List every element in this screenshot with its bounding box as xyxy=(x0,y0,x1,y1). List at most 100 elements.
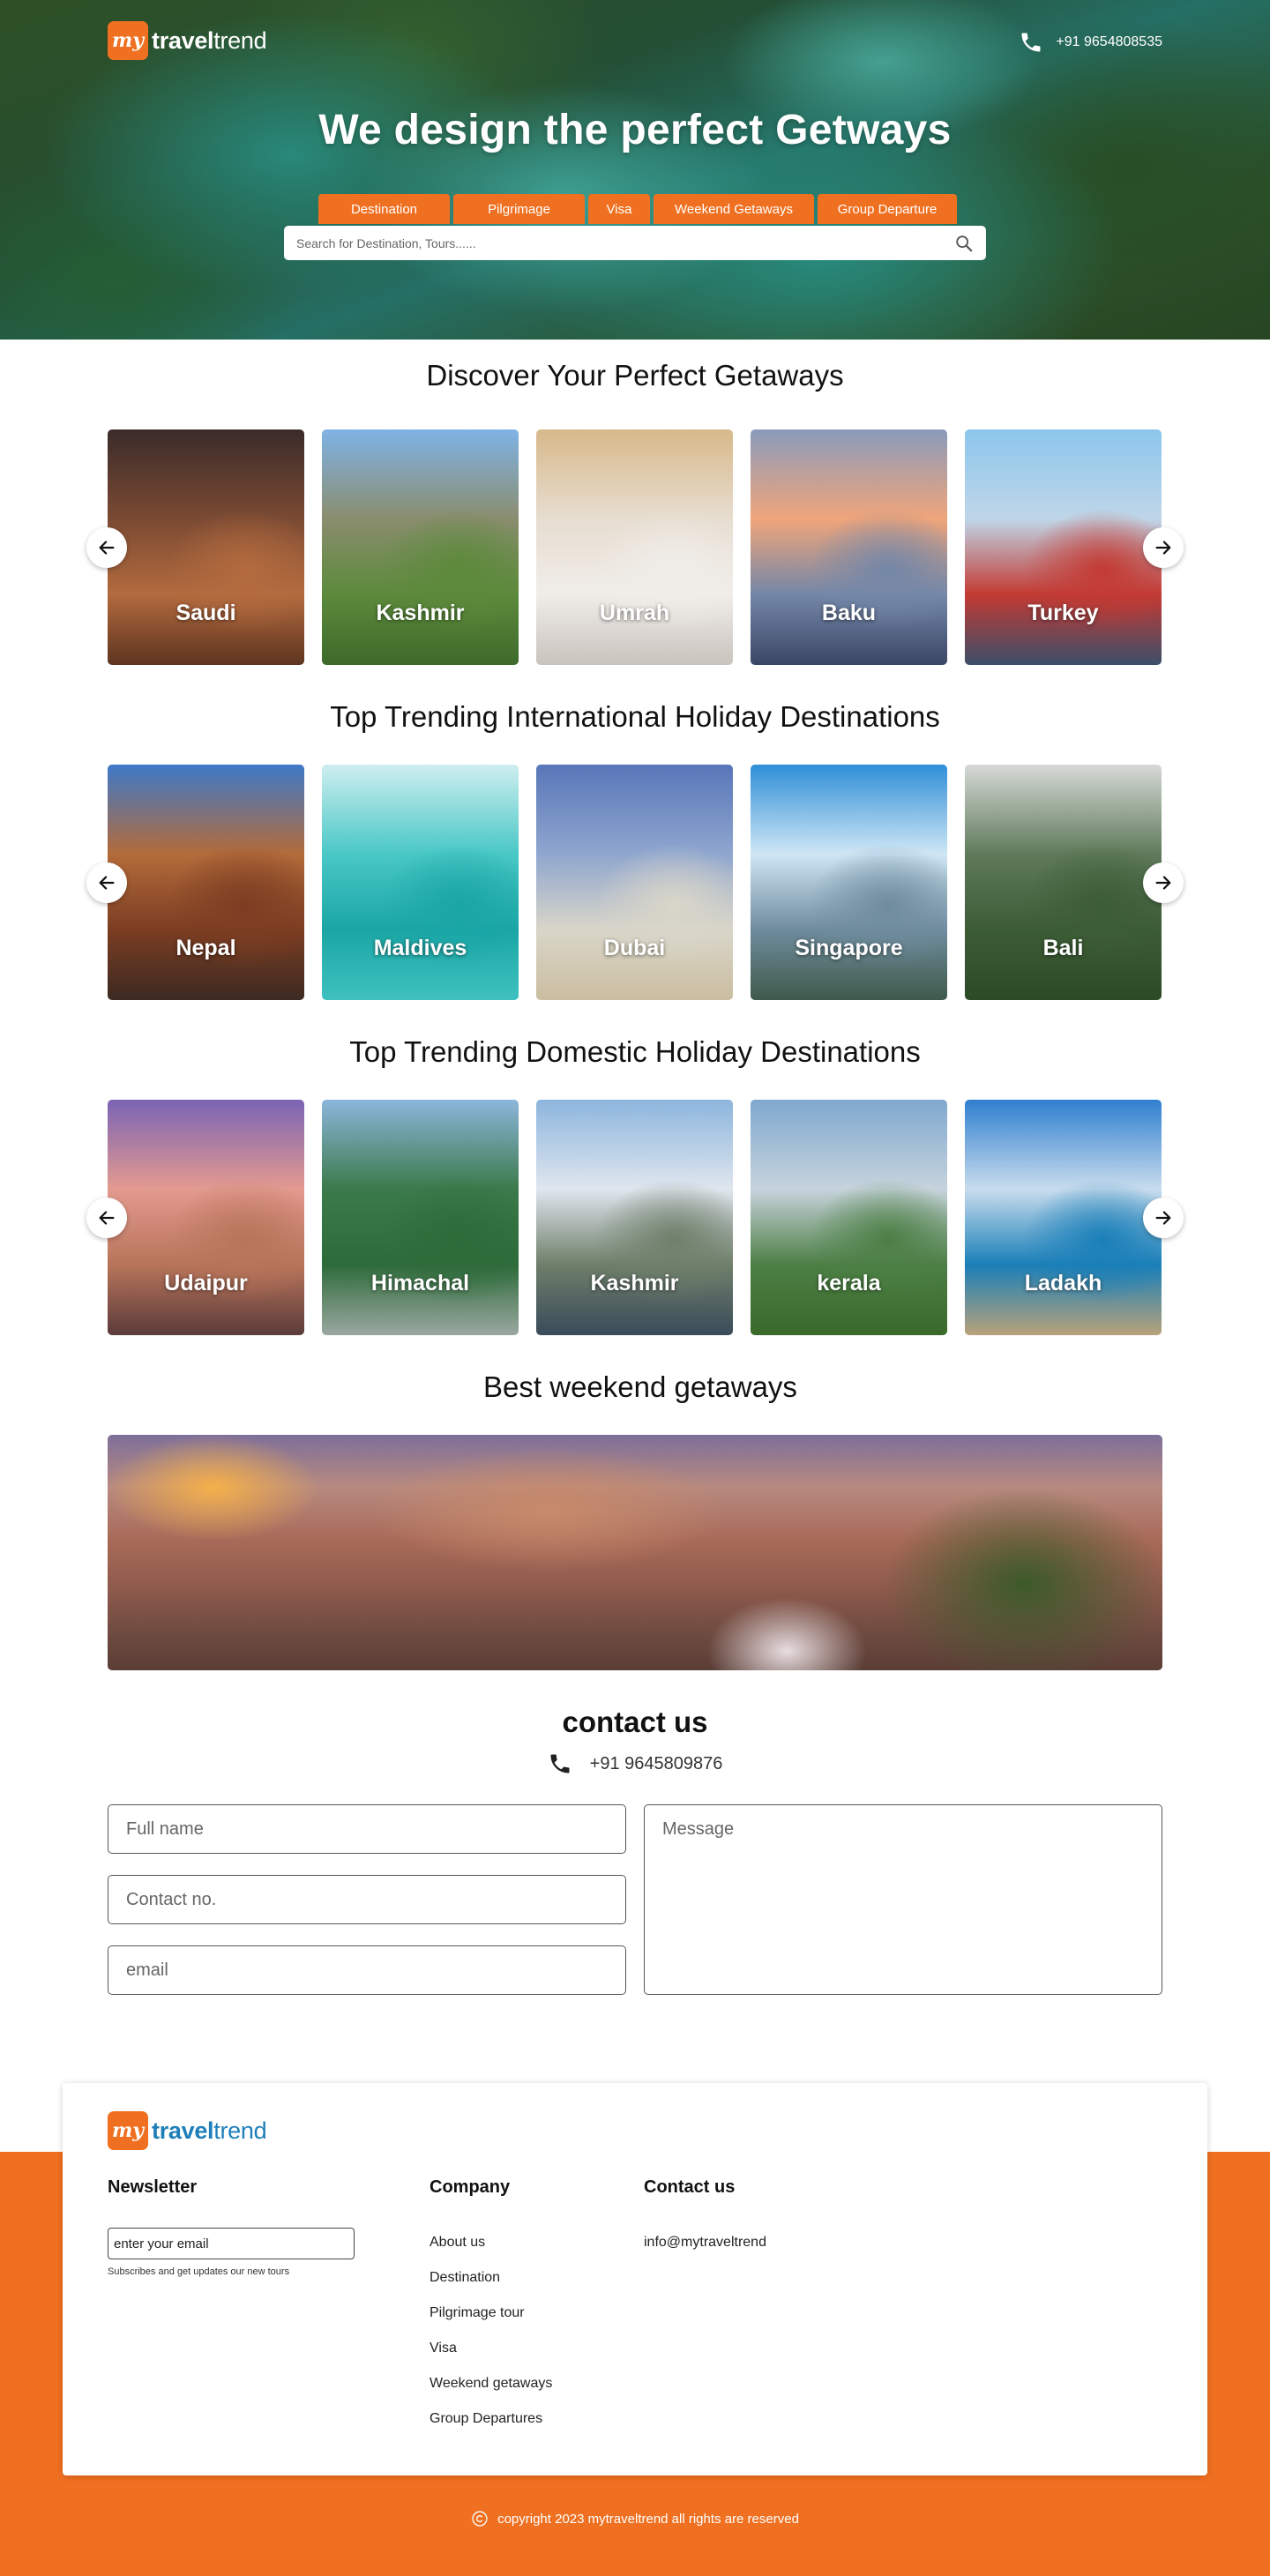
tab-visa[interactable]: Visa xyxy=(588,194,650,224)
arrow-left-icon xyxy=(99,541,115,555)
destination-card[interactable]: Saudi xyxy=(108,429,304,665)
copyright-text: copyright 2023 mytraveltrend all rights … xyxy=(497,2511,799,2527)
footer-link-visa[interactable]: Visa xyxy=(430,2341,552,2376)
destination-card[interactable]: Bali xyxy=(965,765,1162,1000)
footer-link-pilgrimage-tour[interactable]: Pilgrimage tour xyxy=(430,2305,552,2341)
copyright-icon xyxy=(472,2511,488,2527)
newsletter-email-input[interactable] xyxy=(108,2228,355,2259)
card-list: Saudi Kashmir Umrah Baku Turkey xyxy=(108,429,1162,665)
card-list: Nepal Maldives Dubai Singapore Bali xyxy=(108,765,1162,1000)
tab-destination[interactable]: Destination xyxy=(318,194,450,224)
contact-form xyxy=(108,1804,1162,1995)
tab-group-departure[interactable]: Group Departure xyxy=(818,194,957,224)
email-field[interactable] xyxy=(108,1945,626,1995)
carousel-next-button[interactable] xyxy=(1143,527,1184,568)
destination-card-label: Maldives xyxy=(373,936,467,960)
destination-card[interactable]: Singapore xyxy=(751,765,947,1000)
company-links: About us Destination Pilgrimage tour Vis… xyxy=(430,2235,552,2446)
card-list: Udaipur Himachal Kashmir kerala Ladakh xyxy=(108,1100,1162,1335)
header-phone[interactable]: +91 9654808535 xyxy=(1019,30,1162,55)
destination-card-label: Kashmir xyxy=(590,1271,679,1295)
destination-card[interactable]: Kashmir xyxy=(536,1100,733,1335)
footer-card: my traveltrend Newsletter Subscribes and… xyxy=(63,2083,1207,2475)
destination-card-label: Turkey xyxy=(1027,601,1099,625)
contact-us-title: Contact us xyxy=(644,2177,736,2197)
carousel-discover: Saudi Kashmir Umrah Baku Turkey xyxy=(86,429,1184,665)
section-title-weekend: Best weekend getaways xyxy=(483,1370,797,1403)
newsletter-title: Newsletter xyxy=(108,2177,198,2197)
brand-text: traveltrend xyxy=(152,26,267,55)
arrow-left-icon xyxy=(99,876,115,890)
carousel-prev-button[interactable] xyxy=(86,862,127,903)
phone-icon xyxy=(1021,33,1041,52)
destination-card-label: Ladakh xyxy=(1024,1271,1102,1295)
carousel-international: Nepal Maldives Dubai Singapore Bali xyxy=(86,765,1184,1000)
destination-card[interactable]: Umrah xyxy=(536,429,733,665)
search-bar xyxy=(284,226,986,260)
carousel-next-button[interactable] xyxy=(1143,862,1184,903)
footer-link-weekend-getaways[interactable]: Weekend getaways xyxy=(430,2376,552,2411)
footer-contact-email[interactable]: info@mytraveltrend xyxy=(644,2235,766,2251)
weekend-banner-image[interactable] xyxy=(108,1435,1162,1670)
carousel-next-button[interactable] xyxy=(1143,1198,1184,1238)
destination-card[interactable]: Turkey xyxy=(965,429,1162,665)
tab-weekend-getaways[interactable]: Weekend Getaways xyxy=(654,194,814,224)
full-name-field[interactable] xyxy=(108,1804,626,1854)
copyright: copyright 2023 mytraveltrend all rights … xyxy=(0,2510,1270,2527)
arrow-right-icon xyxy=(1155,1211,1171,1225)
phone-icon xyxy=(550,1754,570,1773)
footer-link-destination[interactable]: Destination xyxy=(430,2270,552,2305)
destination-card-label: Saudi xyxy=(176,601,236,625)
brand-mark: my xyxy=(108,2111,148,2150)
brand-text-bold: travel xyxy=(152,2117,214,2144)
destination-card[interactable]: Himachal xyxy=(322,1100,519,1335)
destination-card[interactable]: Udaipur xyxy=(108,1100,304,1335)
brand-logo[interactable]: my traveltrend xyxy=(108,21,267,60)
arrow-right-icon xyxy=(1155,541,1171,555)
brand-mark: my xyxy=(108,21,148,60)
destination-card-label: Baku xyxy=(821,601,877,625)
carousel-prev-button[interactable] xyxy=(86,527,127,568)
destination-card[interactable]: Baku xyxy=(751,429,947,665)
destination-card[interactable]: kerala xyxy=(751,1100,947,1335)
destination-card[interactable]: Nepal xyxy=(108,765,304,1000)
footer-link-group-departures[interactable]: Group Departures xyxy=(430,2411,552,2446)
tab-pilgrimage[interactable]: Pilgrimage xyxy=(453,194,585,224)
arrow-left-icon xyxy=(99,1211,115,1225)
arrow-right-icon xyxy=(1155,876,1171,890)
destination-card-label: Bali xyxy=(1042,936,1084,960)
message-field[interactable] xyxy=(644,1804,1162,1995)
contact-number-field[interactable] xyxy=(108,1875,626,1924)
brand-text: traveltrend xyxy=(152,2117,267,2145)
brand-text-rest: trend xyxy=(213,2117,267,2144)
contact-phone[interactable]: +91 9645809876 xyxy=(0,1751,1270,1776)
destination-card-label: Himachal xyxy=(370,1271,470,1295)
destination-card[interactable]: Kashmir xyxy=(322,429,519,665)
newsletter-note: Subscribes and get updates our new tours xyxy=(108,2266,290,2277)
carousel-domestic: Udaipur Himachal Kashmir kerala Ladakh xyxy=(86,1100,1184,1335)
destination-card-label: Kashmir xyxy=(376,601,465,625)
destination-card[interactable]: Ladakh xyxy=(965,1100,1162,1335)
destination-card-label: Udaipur xyxy=(164,1271,248,1295)
contact-phone-number: +91 9645809876 xyxy=(589,1753,723,1773)
section-title-international: Top Trending International Holiday Desti… xyxy=(330,700,940,733)
hero-title: We design the perfect Getways xyxy=(318,107,952,153)
hero-banner: my traveltrend +91 9654808535 We design … xyxy=(0,0,1270,340)
search-icon[interactable] xyxy=(954,234,974,253)
destination-card-label: kerala xyxy=(817,1271,881,1295)
destination-card-label: Singapore xyxy=(795,936,903,960)
destination-card-label: Umrah xyxy=(599,601,670,625)
search-input[interactable] xyxy=(296,235,954,250)
brand-text-bold: travel xyxy=(152,26,214,54)
hero-tabs: Destination Pilgrimage Visa Weekend Geta… xyxy=(318,194,957,224)
section-title-domestic: Top Trending Domestic Holiday Destinatio… xyxy=(349,1035,921,1068)
contact-form-right xyxy=(644,1804,1162,1995)
carousel-prev-button[interactable] xyxy=(86,1198,127,1238)
destination-card[interactable]: Maldives xyxy=(322,765,519,1000)
footer-link-about-us[interactable]: About us xyxy=(430,2235,552,2270)
contact-form-left xyxy=(108,1804,626,1995)
company-title: Company xyxy=(430,2177,511,2197)
footer-logo[interactable]: my traveltrend xyxy=(108,2111,267,2150)
destination-card[interactable]: Dubai xyxy=(536,765,733,1000)
header-phone-number: +91 9654808535 xyxy=(1056,34,1162,49)
